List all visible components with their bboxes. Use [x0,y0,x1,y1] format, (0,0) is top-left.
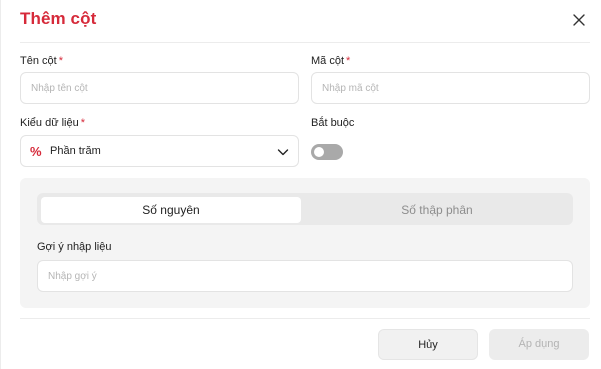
number-type-segmented-control: Số nguyên Số thập phân [37,193,573,225]
percent-icon: % [30,144,42,159]
add-column-dialog: Thêm cột Tên cột* Mã cột* Kiểu dữ liệu* … [0,0,601,369]
cancel-button[interactable]: Hủy [378,329,478,360]
chevron-down-icon [276,145,290,164]
tab-decimal[interactable]: Số thập phân [305,197,569,223]
toggle-knob [314,147,324,157]
data-type-value: Phần trăm [50,145,101,157]
column-name-label: Tên cột * [20,55,63,67]
data-type-label: Kiểu dữ liệu * [20,117,86,129]
close-icon[interactable] [569,10,589,30]
column-code-label: Mã cột * [311,55,351,67]
footer-divider [20,318,590,319]
column-name-input[interactable] [20,72,299,104]
data-type-select[interactable]: % Phần trăm [20,135,299,167]
column-code-input[interactable] [311,72,590,104]
header-divider [20,42,590,43]
required-mark: * [346,55,351,67]
dialog-title: Thêm cột [20,9,97,28]
required-mark: * [58,55,63,67]
input-hint-label: Gợi ý nhập liệu [37,241,112,253]
required-mark: * [80,117,86,129]
number-format-panel: Số nguyên Số thập phân Gợi ý nhập liệu [20,178,590,308]
tab-integer[interactable]: Số nguyên [41,197,301,223]
required-label: Bắt buộc [311,117,355,129]
required-toggle[interactable] [311,144,343,160]
apply-button[interactable]: Áp dụng [489,329,589,360]
input-hint-field[interactable] [37,260,573,292]
